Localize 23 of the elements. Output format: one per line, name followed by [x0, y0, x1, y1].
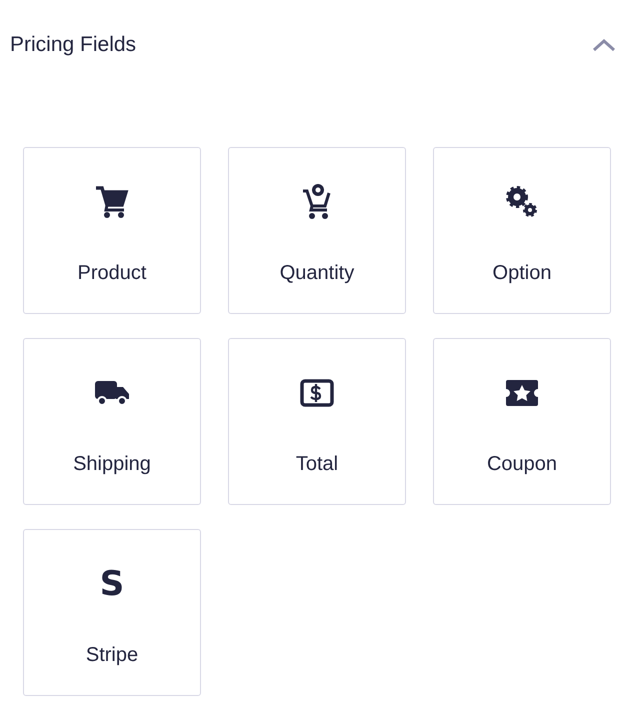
stripe-logo-icon: S — [100, 566, 124, 602]
field-card[interactable]: Quantity — [228, 147, 406, 314]
truck-icon — [94, 379, 130, 407]
field-card[interactable]: Coupon — [433, 338, 611, 505]
field-card[interactable]: Total — [228, 338, 406, 505]
ticket-star-icon — [505, 379, 539, 407]
field-card[interactable]: Shipping — [23, 338, 201, 505]
chevron-up-icon[interactable] — [592, 38, 616, 52]
field-card[interactable]: Option — [433, 147, 611, 314]
field-label: Quantity — [280, 262, 354, 285]
section-title: Pricing Fields — [10, 33, 136, 57]
field-card[interactable]: Product — [23, 147, 201, 314]
field-label: Coupon — [486, 453, 558, 476]
field-label: Shipping — [73, 453, 151, 476]
field-label: Option — [492, 262, 552, 285]
gears-icon — [505, 185, 539, 219]
field-label: Total — [296, 453, 338, 476]
field-card[interactable]: S Stripe — [23, 529, 201, 696]
field-label: Stripe — [86, 644, 138, 667]
field-label: Product — [78, 262, 146, 285]
cart-icon — [95, 185, 129, 219]
dollar-bill-icon — [300, 379, 334, 407]
cart-badge-icon — [302, 184, 332, 220]
